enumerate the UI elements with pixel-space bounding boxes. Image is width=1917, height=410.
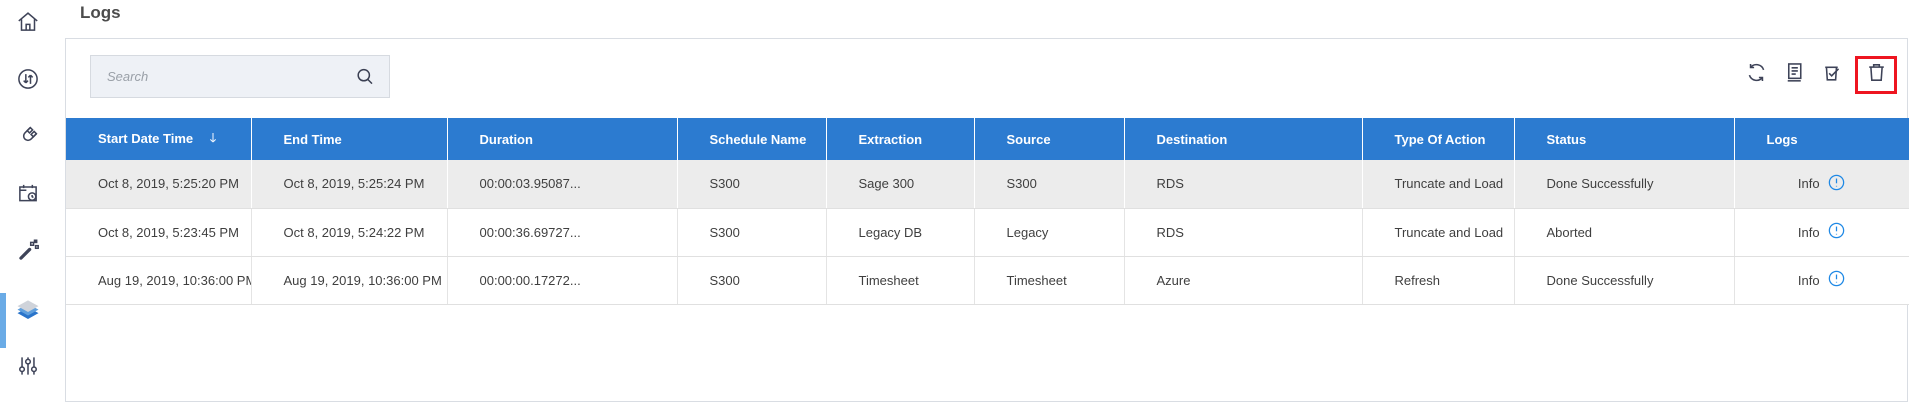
column-header-source[interactable]: Source xyxy=(974,118,1125,160)
cell-type-of-action: Truncate and Load xyxy=(1362,160,1515,209)
table-header-row: Start Date Time End Time Duration Schedu… xyxy=(66,118,1909,160)
cell-logs: Info xyxy=(1734,160,1909,209)
sliders-icon xyxy=(15,353,41,384)
cell-status: Aborted xyxy=(1514,208,1735,257)
column-header-type-of-action[interactable]: Type Of Action xyxy=(1362,118,1515,160)
sidebar xyxy=(0,0,56,410)
delete-button[interactable] xyxy=(1861,60,1891,90)
cell-duration: 00:00:03.95087... xyxy=(447,160,678,209)
cell-source: S300 xyxy=(974,160,1125,209)
cell-duration: 00:00:36.69727... xyxy=(447,208,678,257)
table-body: Oct 8, 2019, 5:25:20 PM Oct 8, 2019, 5:2… xyxy=(66,160,1909,305)
sidebar-item-transfer[interactable] xyxy=(0,57,56,105)
sidebar-item-settings[interactable] xyxy=(0,344,56,392)
search-icon[interactable] xyxy=(353,65,377,94)
table-toolbar xyxy=(1733,56,1897,94)
cell-status: Done Successfully xyxy=(1514,256,1735,305)
layers-icon xyxy=(14,298,42,331)
cell-destination: RDS xyxy=(1124,208,1363,257)
cell-schedule-name: S300 xyxy=(677,208,827,257)
sidebar-item-wizard[interactable] xyxy=(0,228,56,276)
cell-start-date-time: Aug 19, 2019, 10:36:00 PM xyxy=(66,256,252,305)
cell-schedule-name: S300 xyxy=(677,256,827,305)
cell-start-date-time: Oct 8, 2019, 5:23:45 PM xyxy=(66,208,252,257)
sidebar-item-logs[interactable] xyxy=(0,290,56,338)
cell-logs: Info xyxy=(1734,256,1909,305)
column-header-end-time[interactable]: End Time xyxy=(251,118,448,160)
table-row[interactable]: Oct 8, 2019, 5:25:20 PM Oct 8, 2019, 5:2… xyxy=(66,160,1909,209)
column-header-status[interactable]: Status xyxy=(1514,118,1735,160)
table-row[interactable]: Aug 19, 2019, 10:36:00 PM Aug 19, 2019, … xyxy=(66,256,1909,305)
cell-duration: 00:00:00.17272... xyxy=(447,256,678,305)
calendar-clock-icon xyxy=(15,180,41,211)
info-exclamation-icon xyxy=(1827,221,1846,243)
trash-check-icon xyxy=(1820,60,1845,90)
logs-panel: Start Date Time End Time Duration Schedu… xyxy=(65,38,1909,402)
column-header-schedule-name[interactable]: Schedule Name xyxy=(677,118,827,160)
refresh-button[interactable] xyxy=(1741,60,1771,90)
cell-source: Timesheet xyxy=(974,256,1125,305)
sidebar-item-schedules[interactable] xyxy=(0,171,56,219)
cell-start-date-time: Oct 8, 2019, 5:25:20 PM xyxy=(66,160,252,209)
column-header-duration[interactable]: Duration xyxy=(447,118,678,160)
cell-extraction: Legacy DB xyxy=(826,208,975,257)
info-button[interactable]: Info xyxy=(1798,269,1846,291)
cell-type-of-action: Refresh xyxy=(1362,256,1515,305)
document-log-icon xyxy=(1782,60,1807,90)
cell-status: Done Successfully xyxy=(1514,160,1735,209)
magic-wand-icon xyxy=(15,237,41,268)
cell-end-time: Oct 8, 2019, 5:25:24 PM xyxy=(251,160,448,209)
clear-verified-button[interactable] xyxy=(1817,60,1847,90)
magnet-icon xyxy=(15,123,41,154)
info-exclamation-icon xyxy=(1827,269,1846,291)
cell-destination: RDS xyxy=(1124,160,1363,209)
cell-schedule-name: S300 xyxy=(677,160,827,209)
info-exclamation-icon xyxy=(1827,173,1846,195)
column-header-extraction[interactable]: Extraction xyxy=(826,118,975,160)
search-input[interactable] xyxy=(91,56,389,97)
page-title: Logs xyxy=(80,3,121,22)
column-header-start-date-time[interactable]: Start Date Time xyxy=(66,118,252,160)
sort-descending-arrow-icon[interactable] xyxy=(205,130,221,149)
table-row[interactable]: Oct 8, 2019, 5:23:45 PM Oct 8, 2019, 5:2… xyxy=(66,208,1909,257)
cell-extraction: Timesheet xyxy=(826,256,975,305)
logs-table: Start Date Time End Time Duration Schedu… xyxy=(66,118,1909,305)
cell-logs: Info xyxy=(1734,208,1909,257)
view-log-button[interactable] xyxy=(1779,60,1809,90)
cell-end-time: Aug 19, 2019, 10:36:00 PM xyxy=(251,256,448,305)
sidebar-item-home[interactable] xyxy=(0,0,56,48)
cell-type-of-action: Truncate and Load xyxy=(1362,208,1515,257)
info-button[interactable]: Info xyxy=(1798,173,1846,195)
info-button[interactable]: Info xyxy=(1798,221,1846,243)
home-icon xyxy=(15,9,41,40)
search-box xyxy=(90,55,390,98)
cell-extraction: Sage 300 xyxy=(826,160,975,209)
cell-source: Legacy xyxy=(974,208,1125,257)
cell-destination: Azure xyxy=(1124,256,1363,305)
column-header-logs[interactable]: Logs xyxy=(1734,118,1909,160)
delete-highlight-box xyxy=(1855,56,1897,94)
trash-icon xyxy=(1864,60,1889,90)
transfer-arrows-icon xyxy=(15,66,41,97)
sidebar-item-connections[interactable] xyxy=(0,114,56,162)
refresh-icon xyxy=(1744,60,1769,90)
cell-end-time: Oct 8, 2019, 5:24:22 PM xyxy=(251,208,448,257)
column-header-destination[interactable]: Destination xyxy=(1124,118,1363,160)
